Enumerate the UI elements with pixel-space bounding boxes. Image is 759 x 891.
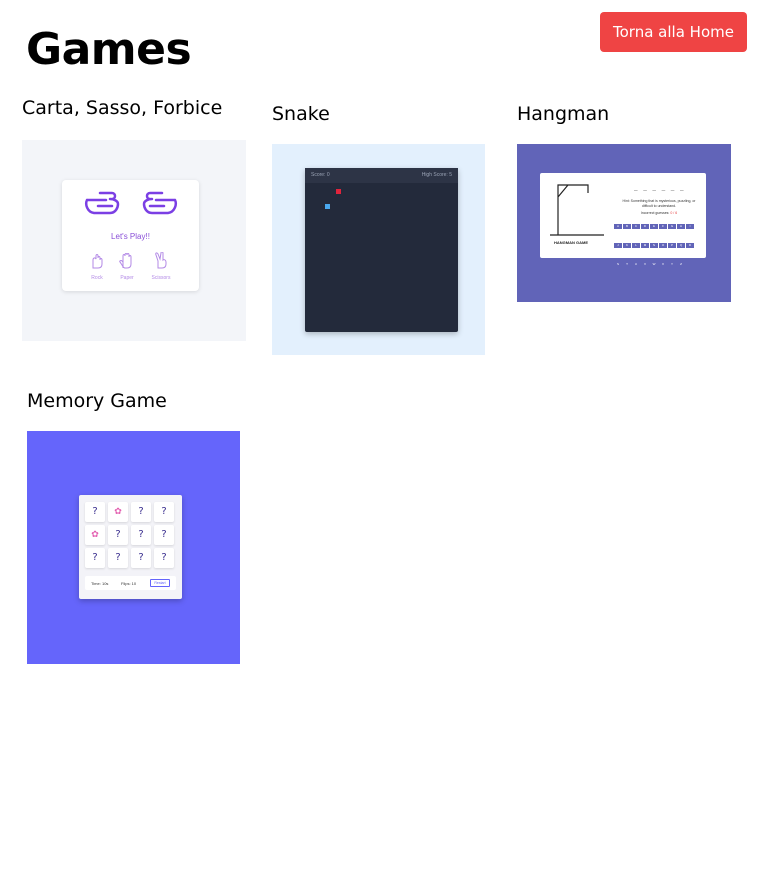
hangman-word-blanks: _ _ _ _ _ _ [634, 185, 685, 192]
hangman-key: A [614, 224, 622, 229]
hangman-key: W [650, 262, 658, 267]
snake-food [336, 189, 341, 194]
rps-choice-rock: Rock [82, 252, 112, 281]
memory-restart-button: Restart [150, 579, 170, 587]
memory-card: ? [108, 548, 128, 568]
hangman-key: X [659, 262, 667, 267]
memory-time: Time: 10s [91, 581, 109, 586]
hangman-key: D [641, 224, 649, 229]
memory-card: ✿ [85, 525, 105, 545]
hangman-key: E [650, 224, 658, 229]
hangman-key: P [668, 243, 676, 248]
memory-card: ? [108, 525, 128, 545]
memory-card: ? [154, 502, 174, 522]
hangman-key: Q [677, 243, 685, 248]
rps-prompt: Let's Play!! [111, 232, 150, 241]
scissors-hand-icon [155, 251, 167, 269]
hangman-key: S [614, 262, 622, 267]
game-title-snake: Snake [272, 103, 330, 125]
hangman-key: L [632, 243, 640, 248]
hangman-caption: HANGMAN GAME [554, 240, 588, 245]
rps-right-hand-icon [142, 191, 177, 215]
hangman-key: T [623, 262, 631, 267]
hangman-hint: Hint: Something that is mysterious, puzz… [622, 199, 696, 208]
snake-score-bar: Score: 0 High Score: 5 [305, 168, 458, 183]
memory-card: ? [131, 502, 151, 522]
rps-choice-paper: Paper [112, 252, 142, 281]
hangman-key: R [686, 243, 694, 248]
game-card-memory[interactable]: Memory Game ? ✿? ?✿??????? Time: 10s Flips… [27, 390, 240, 664]
hangman-key: H [677, 224, 685, 229]
paper-hand-icon [119, 253, 132, 269]
rps-choice-label: Scissors [151, 275, 171, 281]
memory-card: ? [154, 548, 174, 568]
rps-choice-scissors: Scissors [146, 251, 176, 281]
game-title-memory: Memory Game [27, 390, 167, 412]
hangman-key: V [641, 262, 649, 267]
snake-high-score: High Score: 5 [421, 172, 452, 178]
hangman-key: O [659, 243, 667, 248]
hangman-key: I [686, 224, 694, 229]
hangman-key: F [659, 224, 667, 229]
game-thumbnail-snake[interactable]: Score: 0 High Score: 5 [272, 144, 485, 355]
hangman-preview-panel: HANGMAN GAME _ _ _ _ _ _ Hint: Something… [540, 173, 706, 267]
hangman-key: M [641, 243, 649, 248]
page-title: Games [26, 24, 192, 75]
snake-head [325, 204, 330, 209]
memory-card: ? [85, 502, 105, 522]
rps-left-hand-icon [85, 191, 120, 215]
hangman-key: Z [677, 262, 685, 267]
hangman-key: U [632, 262, 640, 267]
game-title-rps: Carta, Sasso, Forbice [22, 97, 223, 119]
memory-card: ? [131, 548, 151, 568]
rps-preview-panel: Let's Play!! Rock Paper Scissors [62, 180, 199, 291]
memory-card-grid: ? ✿? ?✿??????? [85, 502, 177, 571]
hangman-key: Y [668, 262, 676, 267]
memory-card: ? [131, 525, 151, 545]
gallows-icon [550, 184, 604, 236]
hangman-keyboard: A B C D E F G H I J K L M N O P Q R S T U V W X Y Z [614, 224, 698, 281]
hangman-guesses: Incorrect guesses: 0 / 6 [640, 211, 678, 215]
game-thumbnail-rps[interactable]: Let's Play!! Rock Paper Scissors [22, 140, 246, 341]
memory-status-bar: Time: 10s Flips: 10 Restart [85, 576, 176, 590]
snake-preview-board: Score: 0 High Score: 5 [305, 168, 458, 332]
snake-score: Score: 0 [311, 172, 330, 178]
game-thumbnail-hangman[interactable]: HANGMAN GAME _ _ _ _ _ _ Hint: Something… [517, 144, 731, 302]
game-title-hangman: Hangman [517, 103, 610, 125]
rps-choice-label: Paper [120, 275, 134, 281]
memory-card: ✿ [108, 502, 128, 522]
game-card-rps[interactable]: Carta, Sasso, Forbice Let's Play!! Rock … [22, 97, 246, 341]
rps-choice-label: Rock [91, 275, 103, 281]
rock-hand-icon [92, 254, 103, 269]
hangman-key: C [632, 224, 640, 229]
hangman-key: G [668, 224, 676, 229]
hangman-key: K [623, 243, 631, 248]
memory-preview-panel: ? ✿? ?✿??????? Time: 10s Flips: 10 Restart [79, 495, 182, 599]
game-card-snake[interactable]: Snake Score: 0 High Score: 5 [272, 103, 485, 355]
memory-flips: Flips: 10 [121, 581, 137, 586]
memory-card: ? [154, 525, 174, 545]
memory-card: ? [85, 548, 105, 568]
game-thumbnail-memory[interactable]: ? ✿? ?✿??????? Time: 10s Flips: 10 Restart [27, 431, 240, 664]
hangman-key: J [614, 243, 622, 248]
hangman-key: N [650, 243, 658, 248]
hangman-key: B [623, 224, 631, 229]
game-card-hangman[interactable]: Hangman HANGMAN GAME _ _ _ _ _ _ Hint: S… [517, 103, 731, 302]
home-button[interactable]: Torna alla Home [600, 12, 747, 52]
